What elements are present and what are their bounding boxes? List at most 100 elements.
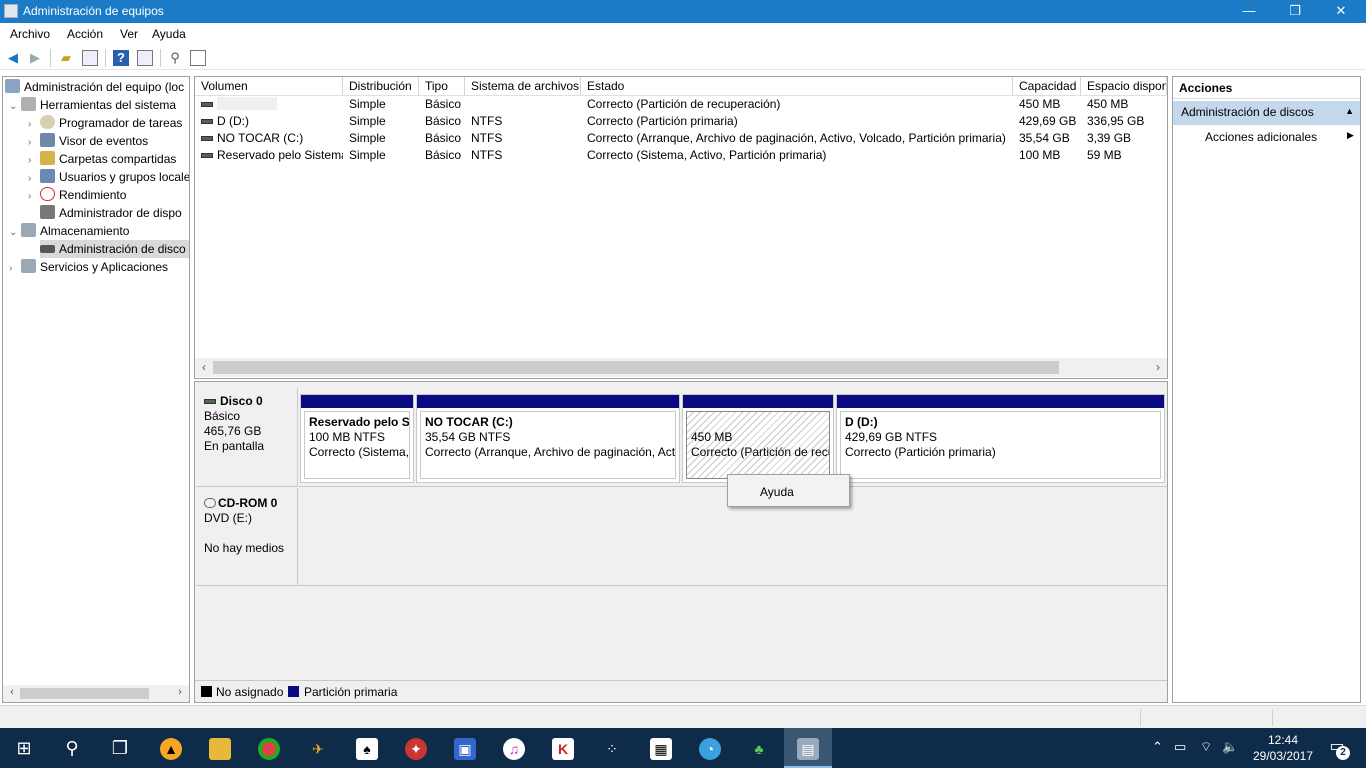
primary-partition-bar <box>301 395 413 408</box>
scroll-left-icon[interactable]: ‹ <box>196 360 212 374</box>
tree-item-task-scheduler[interactable]: › Programador de tareas <box>28 114 182 132</box>
tree-item-shared-folders[interactable]: › Carpetas compartidas <box>28 150 176 168</box>
menu-archivo[interactable]: Archivo <box>10 27 50 41</box>
menu-ayuda[interactable]: Ayuda <box>152 27 186 41</box>
tree-horizontal-scrollbar[interactable]: ‹ › <box>3 685 189 702</box>
performance-icon <box>40 187 55 201</box>
clover-icon[interactable]: ♣ <box>735 728 783 768</box>
cdrom-0-label[interactable]: CD-ROM 0 DVD (E:) No hay medios <box>196 488 298 586</box>
properties-icon[interactable] <box>190 50 206 66</box>
windows-start-icon[interactable]: ⊞ <box>0 728 48 768</box>
context-menu-help[interactable]: Ayuda <box>760 485 794 499</box>
show-hide-tree-icon[interactable] <box>82 50 98 66</box>
context-menu: Ayuda <box>727 474 850 507</box>
scrollbar-thumb[interactable] <box>20 688 149 699</box>
tree-root[interactable]: Administración del equipo (loc <box>5 78 184 96</box>
actions-pane: Acciones Administración de discos ▲ Acci… <box>1172 76 1361 703</box>
tree-item-services[interactable]: › Servicios y Aplicaciones <box>9 258 168 276</box>
help-icon[interactable]: ? <box>113 50 129 66</box>
column-header-layout[interactable]: Distribución <box>343 77 419 96</box>
up-folder-icon[interactable]: ▰ <box>58 50 74 66</box>
tree-item-local-users[interactable]: › Usuarios y grupos locale <box>28 168 189 186</box>
computer-management-taskbar-icon[interactable]: ▤ <box>784 728 832 768</box>
column-header-capacity[interactable]: Capacidad <box>1013 77 1081 96</box>
column-header-status[interactable]: Estado <box>581 77 1013 96</box>
chevron-right-icon[interactable]: › <box>28 188 40 206</box>
chevron-down-icon[interactable]: ⌄ <box>9 98 21 116</box>
save-app-icon[interactable]: ▣ <box>441 728 489 768</box>
chevron-down-icon[interactable]: ⌄ <box>9 224 21 242</box>
table-cell: 3,39 GB <box>1087 131 1132 145</box>
primary-partition-bar <box>683 395 833 408</box>
tree-item-storage[interactable]: ⌄ Almacenamiento <box>9 222 129 240</box>
table-row[interactable]: Reservado pelo Sistema <box>195 147 343 164</box>
notifications-icon[interactable]: ▭ 2 <box>1322 736 1352 760</box>
volume-icon <box>201 102 213 107</box>
table-row[interactable]: NO TOCAR (C:) <box>195 130 343 147</box>
scroll-right-icon[interactable]: › <box>173 686 187 698</box>
chrome-icon[interactable] <box>245 728 293 768</box>
scrollbar-thumb[interactable] <box>213 361 1059 374</box>
app-icon[interactable]: ✈ <box>294 728 342 768</box>
antivirus-icon[interactable]: ✦ <box>392 728 440 768</box>
partition-d[interactable]: D (D:) 429,69 GB NTFS Correcto (Partició… <box>836 394 1165 483</box>
partition-recovery[interactable]: 450 MB Correcto (Partición de recu <box>682 394 834 483</box>
column-header-volume[interactable]: Volumen <box>195 77 343 96</box>
tree-item-event-viewer[interactable]: › Visor de eventos <box>28 132 148 150</box>
kaspersky-icon[interactable]: K <box>539 728 587 768</box>
column-header-type[interactable]: Tipo <box>419 77 465 96</box>
close-button[interactable]: ✕ <box>1318 0 1364 23</box>
actions-section-disk-management[interactable]: Administración de discos ▲ <box>1173 101 1360 125</box>
table-cell: Correcto (Partición primaria) <box>587 114 738 128</box>
unallocated-swatch <box>201 686 212 697</box>
table-cell: 450 MB <box>1019 97 1061 111</box>
collapse-up-icon[interactable]: ▲ <box>1345 106 1354 116</box>
scroll-left-icon[interactable]: ‹ <box>5 686 19 698</box>
table-cell: NTFS <box>471 148 503 162</box>
back-arrow-icon[interactable]: ◀ <box>5 50 21 66</box>
menu-ver[interactable]: Ver <box>120 27 138 41</box>
itunes-icon[interactable]: ♫ <box>490 728 538 768</box>
solitaire-icon[interactable]: ♠ <box>343 728 391 768</box>
clock[interactable]: 12:44 29/03/2017 <box>1248 732 1318 764</box>
menu-accion[interactable]: Acción <box>67 27 103 41</box>
disk-0-label[interactable]: Disco 0 Básico 465,76 GB En pantalla <box>196 388 298 487</box>
maximize-button[interactable]: ❐ <box>1272 0 1318 23</box>
scroll-right-icon[interactable]: › <box>1150 360 1166 374</box>
table-cell: 59 MB <box>1087 148 1122 162</box>
title-bar: Administración de equipos — ❐ ✕ <box>0 0 1366 23</box>
volume-icon <box>201 153 213 158</box>
table-cell: Básico <box>425 97 462 111</box>
column-header-free-space[interactable]: Espacio dispon <box>1081 77 1167 96</box>
show-hide-action-pane-icon[interactable] <box>137 50 153 66</box>
search-icon[interactable]: ⚲ <box>48 728 96 768</box>
actions-more[interactable]: Acciones adicionales <box>1205 130 1317 144</box>
task-view-icon[interactable]: ❐ <box>96 728 144 768</box>
table-cell: Simple <box>349 114 386 128</box>
dots-app-icon[interactable]: ⁘ <box>588 728 636 768</box>
file-explorer-icon[interactable] <box>196 728 244 768</box>
calculator-icon[interactable]: ▦ <box>637 728 685 768</box>
tree-item-performance[interactable]: › Rendimiento <box>28 186 126 204</box>
volume-icon[interactable]: 🔈 <box>1222 739 1238 755</box>
chevron-right-icon[interactable]: › <box>9 260 21 278</box>
disk-icon <box>40 245 55 253</box>
battery-icon[interactable]: ▭ <box>1174 739 1186 755</box>
wifi-icon[interactable]: ⌔ <box>1200 739 1212 755</box>
tree-item-system-tools[interactable]: ⌄ Herramientas del sistema <box>9 96 176 114</box>
table-cell: NTFS <box>471 131 503 145</box>
minimize-button[interactable]: — <box>1226 0 1272 23</box>
forward-arrow-icon[interactable]: ▶ <box>27 50 43 66</box>
browser-icon[interactable]: ◔ <box>686 728 734 768</box>
partition-system-reserved[interactable]: Reservado pelo Si 100 MB NTFS Correcto (… <box>300 394 414 483</box>
table-row[interactable]: D (D:) <box>195 113 343 130</box>
tree-item-device-manager[interactable]: Administrador de dispo <box>40 204 182 222</box>
partition-c[interactable]: NO TOCAR (C:) 35,54 GB NTFS Correcto (Ar… <box>416 394 680 483</box>
volume-list-horizontal-scrollbar[interactable]: ‹ › <box>195 358 1167 377</box>
column-header-filesystem[interactable]: Sistema de archivos <box>465 77 581 96</box>
avast-icon[interactable]: ▲ <box>147 728 195 768</box>
connect-icon[interactable]: ⚲ <box>167 50 183 66</box>
table-row[interactable] <box>195 96 343 113</box>
tray-chevron-up-icon[interactable]: ⌃ <box>1152 739 1163 755</box>
tree-item-disk-management[interactable]: Administración de disco <box>40 240 189 258</box>
